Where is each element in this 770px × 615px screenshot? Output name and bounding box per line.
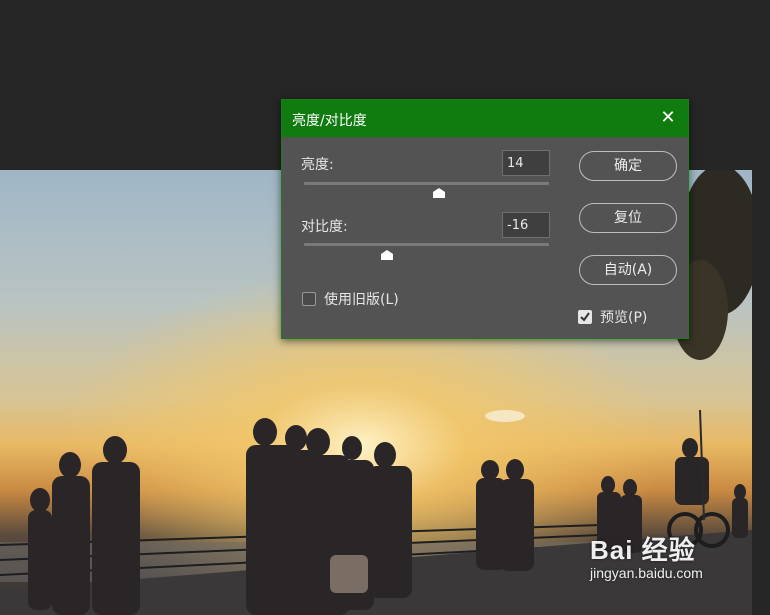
baidu-jingyan-watermark: Bai 经验 jingyan.baidu.com [590,530,703,581]
contrast-input[interactable] [502,212,550,238]
brightness-slider-track[interactable] [304,182,549,185]
legacy-checkbox[interactable] [302,292,316,306]
preview-checkbox[interactable] [578,310,592,324]
contrast-slider-thumb[interactable] [381,250,394,260]
dialog-titlebar[interactable]: 亮度/对比度 ✕ [282,100,688,137]
brightness-input[interactable] [502,150,550,176]
ok-button[interactable]: 确定 [579,151,677,181]
reset-button[interactable]: 复位 [579,203,677,233]
brightness-slider-thumb[interactable] [432,188,445,198]
preview-checkbox-label[interactable]: 预览(P) [600,307,647,327]
checkmark-icon [580,312,590,322]
auto-button[interactable]: 自动(A) [579,255,677,285]
legacy-checkbox-label[interactable]: 使用旧版(L) [324,289,399,309]
brightness-label: 亮度: [301,157,334,173]
brightness-contrast-dialog: 亮度/对比度 ✕ 亮度: 对比度: 使用旧版(L) 确定 复位 自动(A) 预览… [281,99,689,339]
contrast-label: 对比度: [301,219,348,235]
watermark-site: jingyan.baidu.com [590,565,703,581]
watermark-brand: Bai 经验 [590,535,696,565]
contrast-slider-track[interactable] [304,243,549,246]
dialog-title: 亮度/对比度 [292,113,367,129]
close-icon[interactable]: ✕ [658,108,678,128]
